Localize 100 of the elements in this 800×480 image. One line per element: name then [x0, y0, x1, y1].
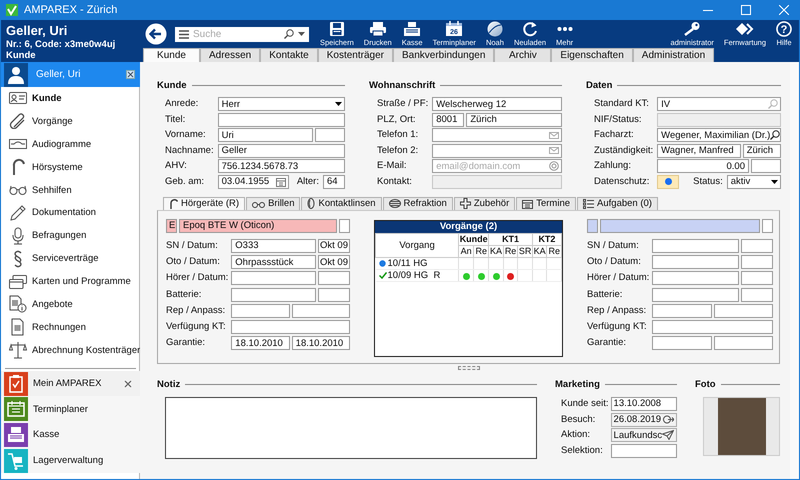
- maximize-icon[interactable]: [741, 5, 751, 15]
- text-field[interactable]: Welscherweg 12: [432, 97, 562, 111]
- tab[interactable]: Kostenträger: [318, 48, 393, 62]
- text-field[interactable]: [762, 218, 773, 233]
- text-field[interactable]: [432, 128, 562, 142]
- text-field[interactable]: [741, 288, 773, 302]
- text-field[interactable]: [652, 304, 712, 318]
- sidebar-item[interactable]: Kunde: [1, 87, 140, 110]
- text-field[interactable]: [339, 218, 350, 233]
- help-icon: ?: [776, 21, 792, 37]
- text-field[interactable]: 64: [323, 174, 345, 189]
- splitter-handle[interactable]: [458, 366, 480, 370]
- text-field[interactable]: [610, 444, 677, 458]
- sidebar-item[interactable]: Karten und Programme: [1, 270, 140, 294]
- tab[interactable]: Bankverbindungen: [393, 48, 494, 62]
- text-field[interactable]: [231, 271, 316, 286]
- text-field[interactable]: 8001: [432, 112, 464, 127]
- text-field[interactable]: 03.04.1955: [218, 174, 289, 189]
- text-field[interactable]: 13.10.2008: [610, 396, 677, 411]
- text-field[interactable]: 0.00: [657, 159, 749, 174]
- text-field[interactable]: [741, 238, 773, 253]
- sidebar-item[interactable]: Angebote: [1, 293, 140, 316]
- text-field[interactable]: [714, 304, 774, 318]
- text-field[interactable]: [714, 336, 774, 350]
- tab[interactable]: Refraktion: [382, 196, 453, 210]
- text-field[interactable]: Laufkundsc: [610, 428, 677, 442]
- field-label: Zahlung:: [594, 159, 632, 174]
- tab[interactable]: Termine: [516, 196, 576, 210]
- tab[interactable]: Adressen: [200, 48, 260, 62]
- field-label: Garantie:: [166, 336, 206, 350]
- text-field[interactable]: Ohrpassstück: [231, 255, 316, 270]
- text-field[interactable]: [652, 238, 739, 253]
- tab[interactable]: Administration: [632, 48, 714, 62]
- app-launcher[interactable]: Lagerverwaltung: [1, 448, 140, 474]
- text-field[interactable]: [432, 144, 562, 158]
- text-field[interactable]: [652, 320, 773, 334]
- dropdown[interactable]: Herr: [218, 97, 345, 111]
- sidebar-item[interactable]: Befragungen: [1, 224, 140, 248]
- text-field[interactable]: [741, 271, 773, 286]
- text-field[interactable]: [652, 255, 739, 270]
- text-field[interactable]: Wagner, Manfred: [657, 144, 741, 158]
- text-field[interactable]: Geller: [218, 144, 345, 158]
- sidebar-item[interactable]: Vorgänge: [1, 110, 140, 133]
- text-field[interactable]: O333: [231, 238, 316, 253]
- sidebar-item[interactable]: Rechnungen: [1, 316, 140, 339]
- text-field[interactable]: [652, 288, 739, 302]
- section-title: Marketing: [555, 379, 600, 390]
- customer-tab[interactable]: Geller, Uri: [1, 62, 140, 87]
- text-field[interactable]: [218, 112, 345, 127]
- text-field[interactable]: [231, 304, 290, 318]
- arrow-circle-icon: [663, 415, 674, 424]
- photo-placeholder: [718, 398, 766, 455]
- sidebar-item[interactable]: Abrechnung Kostenträger: [1, 338, 140, 362]
- text-field[interactable]: [231, 288, 316, 302]
- app-launcher[interactable]: Kasse: [1, 422, 140, 448]
- sidebar-item[interactable]: Hörsysteme: [1, 156, 140, 179]
- text-field[interactable]: [741, 255, 773, 270]
- text-field[interactable]: 26.08.2019: [610, 412, 677, 427]
- model-field[interactable]: [600, 218, 760, 233]
- close-icon[interactable]: [126, 70, 136, 79]
- dropdown[interactable]: aktiv: [726, 174, 781, 189]
- tab[interactable]: Brillen: [246, 196, 300, 210]
- tab[interactable]: Eigenschaften: [551, 48, 633, 62]
- text-field[interactable]: Zürich: [742, 144, 781, 158]
- text-field[interactable]: Wegener, Maximilian (Dr.): [657, 128, 781, 142]
- text-field[interactable]: [318, 271, 350, 286]
- field-label: Hörer / Datum:: [587, 271, 650, 286]
- note-textarea[interactable]: [165, 396, 537, 459]
- sidebar-item[interactable]: Dokumentation: [1, 201, 140, 224]
- tab[interactable]: Kontakte: [260, 48, 318, 62]
- tab[interactable]: Archiv: [494, 48, 552, 62]
- text-field[interactable]: Uri: [218, 128, 313, 142]
- privacy-toggle[interactable]: [657, 174, 680, 189]
- sidebar-item[interactable]: Serviceverträge: [1, 247, 140, 270]
- app-launcher[interactable]: Terminplaner: [1, 396, 140, 422]
- text-field[interactable]: IV: [657, 97, 781, 111]
- model-field[interactable]: Epoq BTE W (Oticon): [179, 218, 337, 233]
- text-field[interactable]: 756.1234.5678.73: [218, 159, 345, 174]
- tab[interactable]: Hörgeräte (R): [163, 196, 246, 210]
- text-field[interactable]: [231, 320, 350, 334]
- text-field[interactable]: [652, 336, 712, 350]
- text-field[interactable]: 18.10.2010: [292, 336, 350, 350]
- text-field[interactable]: [318, 288, 350, 302]
- text-field[interactable]: [751, 159, 781, 174]
- text-field[interactable]: Okt 09: [318, 255, 350, 270]
- tab[interactable]: Zubehör: [454, 196, 516, 210]
- app-launcher[interactable]: Mein AMPAREX: [1, 370, 140, 396]
- tab[interactable]: Kunde: [143, 48, 200, 62]
- text-field[interactable]: [292, 304, 350, 318]
- field-label: Besuch:: [561, 412, 596, 427]
- text-field[interactable]: [315, 128, 345, 142]
- text-field[interactable]: [652, 271, 739, 286]
- tab[interactable]: Kontaktlinsen: [301, 196, 382, 210]
- tab[interactable]: Aufgaben (0): [577, 196, 658, 210]
- text-field[interactable]: Okt 09: [318, 238, 350, 253]
- text-field[interactable]: 18.10.2010: [231, 336, 290, 350]
- sidebar-item[interactable]: Audiogramme: [1, 132, 140, 156]
- close-icon[interactable]: [124, 380, 132, 388]
- text-field[interactable]: Zürich: [466, 112, 562, 127]
- sidebar-item[interactable]: Sehhilfen: [1, 178, 140, 202]
